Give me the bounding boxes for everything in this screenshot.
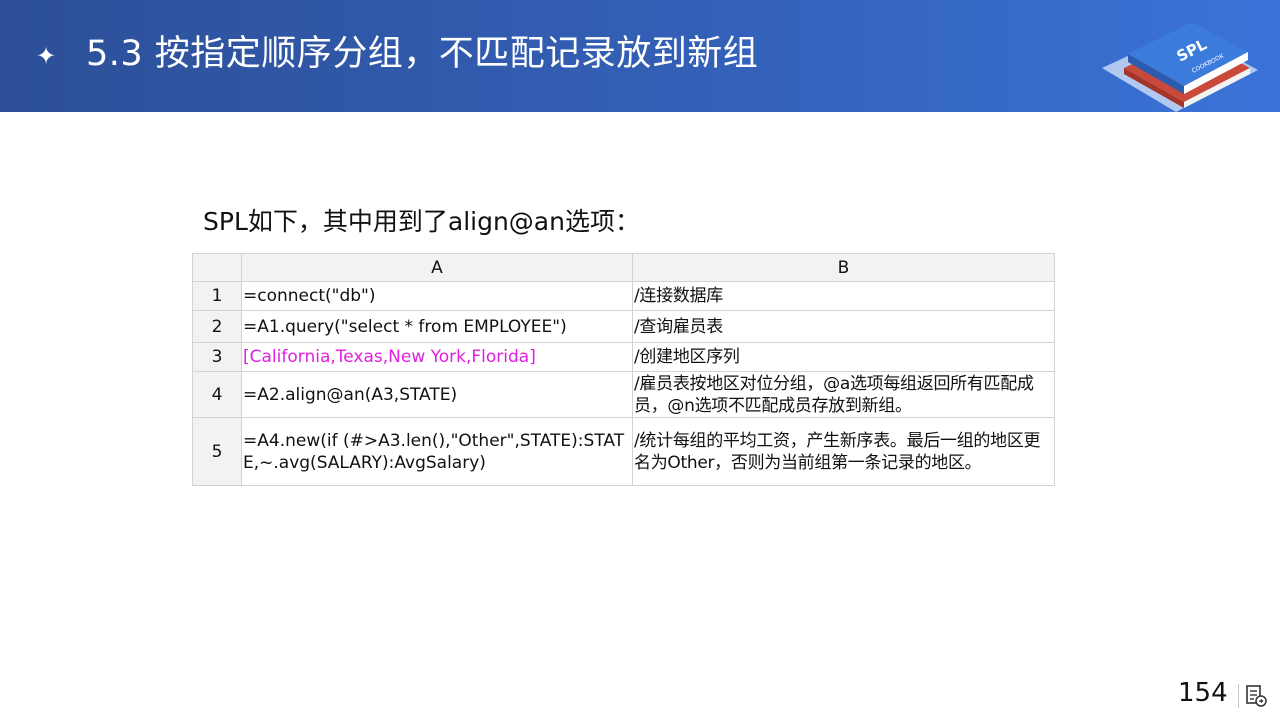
cell-a4[interactable]: =A2.align@an(A3,STATE) [241,371,633,418]
row-number[interactable]: 2 [192,310,242,343]
spl-cookbook-logo: SPL COOKBOOK [1102,22,1258,112]
slide-title: 5.3 按指定顺序分组，不匹配记录放到新组 [86,34,759,74]
cell-b4[interactable]: /雇员表按地区对位分组，@a选项每组返回所有匹配成员，@n选项不匹配成员存放到新… [632,371,1055,418]
sparkle-icon: ✦ [36,42,57,70]
table-row: 5 =A4.new(if (#>A3.len(),"Other",STATE):… [192,417,1055,486]
table-row: 1 =connect("db") /连接数据库 [192,281,1055,311]
cell-b2[interactable]: /查询雇员表 [632,310,1055,343]
column-header-a[interactable]: A [241,253,633,282]
table-row: 4 =A2.align@an(A3,STATE) /雇员表按地区对位分组，@a选… [192,371,1055,418]
page-number: 154 [1178,678,1228,708]
row-number[interactable]: 5 [192,417,242,486]
grid-corner [192,253,242,282]
column-header-b[interactable]: B [632,253,1055,282]
grid-header-row: A B [192,253,1055,282]
row-number[interactable]: 4 [192,371,242,418]
slide-header: ✦ 5.3 按指定顺序分组，不匹配记录放到新组 SPL COOKBOOK [0,0,1280,112]
cell-a2[interactable]: =A1.query("select * from EMPLOYEE") [241,310,633,343]
row-number[interactable]: 1 [192,281,242,311]
notes-icon[interactable] [1244,684,1268,708]
spl-code-grid: A B 1 =connect("db") /连接数据库 2 =A1.query(… [192,253,1055,486]
row-number[interactable]: 3 [192,342,242,372]
cell-b3[interactable]: /创建地区序列 [632,342,1055,372]
table-row: 3 [California,Texas,New York,Florida] /创… [192,342,1055,372]
cell-b1[interactable]: /连接数据库 [632,281,1055,311]
table-row: 2 =A1.query("select * from EMPLOYEE") /查… [192,310,1055,343]
cell-a3[interactable]: [California,Texas,New York,Florida] [241,342,633,372]
footer-divider [1238,684,1239,708]
cell-a5[interactable]: =A4.new(if (#>A3.len(),"Other",STATE):ST… [241,417,633,486]
cell-a1[interactable]: =connect("db") [241,281,633,311]
cell-b5[interactable]: /统计每组的平均工资，产生新序表。最后一组的地区更名为Other，否则为当前组第… [632,417,1055,486]
intro-text: SPL如下，其中用到了align@an选项： [203,207,640,236]
